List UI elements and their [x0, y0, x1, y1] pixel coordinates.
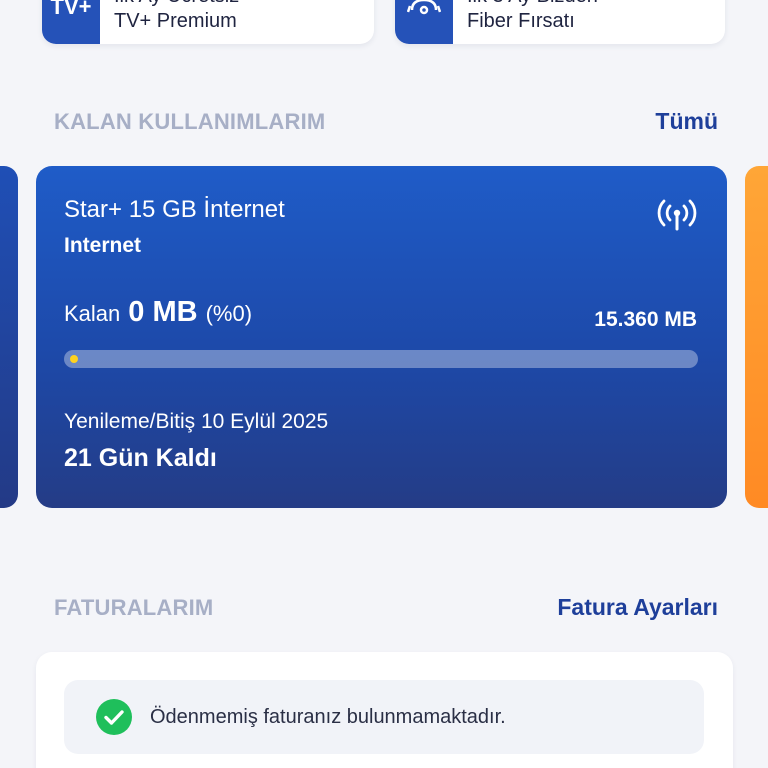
- previous-usage-card[interactable]: [0, 166, 18, 508]
- signal-icon: [657, 199, 697, 231]
- bill-settings-link[interactable]: Fatura Ayarları: [557, 594, 718, 621]
- bills-section-header: FATURALARIM Fatura Ayarları: [54, 594, 718, 621]
- usage-progress-bar: [64, 350, 698, 368]
- usage-progress-fill: [70, 355, 78, 363]
- package-title: Star+ 15 GB İnternet: [64, 196, 285, 223]
- no-unpaid-bills-notice: Ödenmemiş faturanız bulunmamaktadır.: [64, 680, 704, 754]
- promo-line2: TV+ Premium: [114, 10, 237, 32]
- next-usage-card[interactable]: [745, 166, 768, 508]
- renewal-date: Yenileme/Bitiş 10 Eylül 2025: [64, 410, 329, 433]
- promo-line1: İlk Ay Ücretsiz: [114, 0, 239, 8]
- bills-card: Ödenmemiş faturanız bulunmamaktadır.: [36, 652, 733, 768]
- package-type: Internet: [64, 234, 142, 257]
- usage-section-header: KALAN KULLANIMLARIM Tümü: [54, 108, 718, 135]
- app-screen: TV+ İlk Ay Ücretsiz TV+ Premium İlk 3 Ay…: [0, 0, 768, 768]
- tvplus-icon: TV+: [42, 0, 100, 44]
- remaining-percent: (%0): [205, 301, 253, 326]
- usage-card-internet[interactable]: Star+ 15 GB İnternet Internet Kalan 0 MB…: [36, 166, 727, 508]
- promo-card-fiber[interactable]: İlk 3 Ay Bizden Fiber Fırsatı: [395, 0, 725, 44]
- promo-card-tvplus[interactable]: TV+ İlk Ay Ücretsiz TV+ Premium: [42, 0, 374, 44]
- see-all-link[interactable]: Tümü: [655, 108, 718, 135]
- bill-notice-text: Ödenmemiş faturanız bulunmamaktadır.: [150, 705, 506, 728]
- total-quota: 15.360 MB: [594, 308, 697, 331]
- usage-section-title: KALAN KULLANIMLARIM: [54, 108, 326, 134]
- days-left: 21 Gün Kaldı: [64, 444, 217, 472]
- remaining-row: Kalan 0 MB (%0): [64, 296, 252, 329]
- promo-line1: İlk 3 Ay Bizden: [467, 0, 598, 8]
- remaining-label: Kalan: [64, 301, 121, 326]
- remaining-value: 0 MB: [128, 296, 198, 328]
- check-icon: [96, 699, 132, 735]
- bills-section-title: FATURALARIM: [54, 594, 214, 620]
- fiber-icon: [395, 0, 453, 44]
- promo-line2: Fiber Fırsatı: [467, 10, 575, 32]
